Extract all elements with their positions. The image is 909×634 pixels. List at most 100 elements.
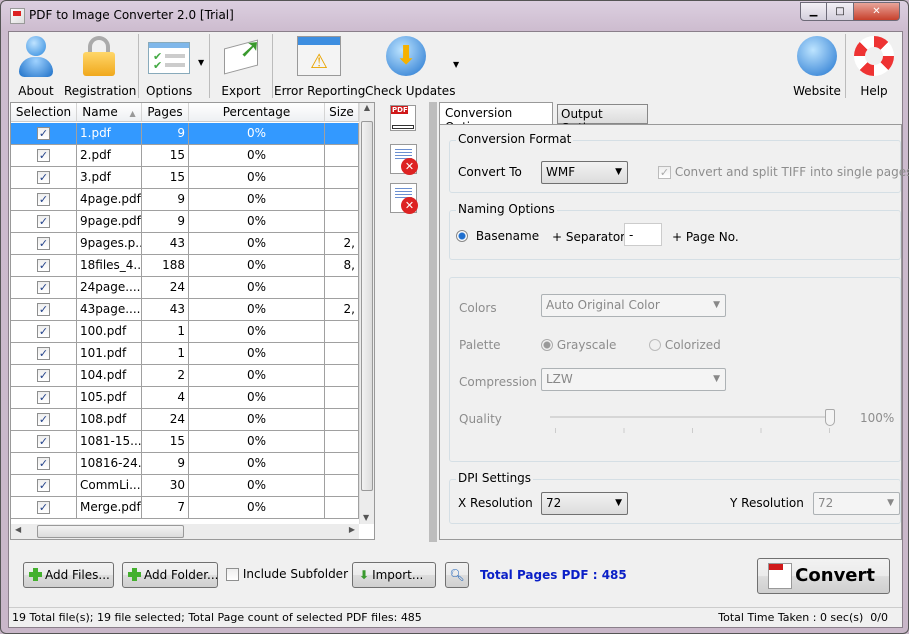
help-button[interactable]: Help (849, 34, 899, 100)
table-row[interactable]: ✓ 105.pdf 4 0% (11, 387, 359, 409)
add-pdf-button[interactable]: PDF (389, 104, 419, 134)
convert-button[interactable]: Convert (757, 558, 890, 594)
row-checkbox[interactable]: ✓ (11, 299, 77, 321)
checkbox-checked-icon: ✓ (37, 215, 50, 228)
website-button[interactable]: Website (791, 34, 843, 100)
about-button[interactable]: About (11, 34, 61, 100)
chevron-down-icon: ▼ (615, 498, 622, 508)
add-folder-button[interactable]: Add Folder... (122, 562, 218, 588)
table-row[interactable]: ✓ 104.pdf 2 0% (11, 365, 359, 387)
error-reporting-button[interactable]: ⚠ Error Reporting (274, 34, 365, 100)
table-row[interactable]: ✓ 3.pdf 15 0% (11, 167, 359, 189)
scroll-down-icon[interactable]: ▼ (363, 513, 369, 522)
column-header-selection[interactable]: Selection (11, 103, 77, 122)
row-checkbox[interactable]: ✓ (11, 431, 77, 453)
scroll-up-icon[interactable]: ▲ (360, 103, 374, 112)
table-row[interactable]: ✓ 18files_4... 188 0% 8, (11, 255, 359, 277)
splitter[interactable] (429, 102, 437, 542)
image-options-group: Colors Auto Original Color ▼ Palette Gray… (449, 277, 901, 462)
chevron-down-icon: ▼ (615, 167, 622, 177)
column-header-size[interactable]: Size (325, 103, 359, 122)
options-button[interactable]: ✔ ✔ ▼ Options (142, 34, 208, 100)
split-tiff-checkbox[interactable]: ✓ Convert and split TIFF into single pag… (658, 165, 909, 179)
import-button[interactable]: ⬇ Import... (352, 562, 436, 588)
row-checkbox[interactable]: ✓ (11, 321, 77, 343)
row-checkbox[interactable]: ✓ (11, 343, 77, 365)
vertical-scroll-thumb[interactable] (361, 121, 373, 491)
table-row[interactable]: ✓ 1081-15.... 15 0% (11, 431, 359, 453)
table-row[interactable]: ✓ 9page.pdf 9 0% (11, 211, 359, 233)
table-row[interactable]: ✓ 24page.... 24 0% (11, 277, 359, 299)
vertical-scrollbar[interactable]: ▲ ▼ (359, 103, 374, 524)
registration-button[interactable]: Registration (64, 34, 136, 100)
row-checkbox[interactable]: ✓ (11, 255, 77, 277)
check-updates-dropdown-icon[interactable]: ▼ (453, 60, 459, 69)
table-row[interactable]: ✓ 100.pdf 1 0% (11, 321, 359, 343)
column-header-pages[interactable]: Pages (142, 103, 189, 122)
y-resolution-select[interactable]: 72 ▼ (813, 492, 900, 515)
export-button[interactable]: ➚ Export (213, 34, 269, 100)
row-checkbox[interactable]: ✓ (11, 211, 77, 233)
row-checkbox[interactable]: ✓ (11, 167, 77, 189)
row-checkbox[interactable]: ✓ (11, 145, 77, 167)
toolbar-separator (209, 34, 210, 98)
table-row[interactable]: ✓ CommLi... 30 0% (11, 475, 359, 497)
cell-name: 105.pdf (77, 387, 142, 409)
check-updates-button[interactable]: ⬇ Check Updates (365, 34, 455, 100)
column-header-name[interactable]: Name ▲ (77, 103, 142, 122)
include-subfolder-checkbox[interactable]: Include Subfolder (226, 567, 348, 581)
row-checkbox[interactable]: ✓ (11, 277, 77, 299)
convert-to-select[interactable]: WMF ▼ (541, 161, 628, 184)
horizontal-scrollbar[interactable]: ◀ ▶ (11, 524, 359, 539)
row-checkbox[interactable]: ✓ (11, 123, 77, 145)
quality-slider[interactable] (550, 409, 835, 434)
row-checkbox[interactable]: ✓ (11, 497, 77, 519)
separator-input[interactable] (624, 223, 662, 246)
table-row[interactable]: ✓ 9pages.p... 43 0% 2, (11, 233, 359, 255)
row-checkbox[interactable]: ✓ (11, 475, 77, 497)
table-row[interactable]: ✓ 108.pdf 24 0% (11, 409, 359, 431)
basename-radio[interactable]: Basename (456, 229, 539, 243)
table-row[interactable]: ✓ 2.pdf 15 0% (11, 145, 359, 167)
cell-pct: 0% (189, 145, 325, 167)
cell-pages: 9 (142, 453, 189, 475)
row-checkbox[interactable]: ✓ (11, 189, 77, 211)
options-dropdown-icon[interactable]: ▼ (198, 58, 204, 67)
remove-file-button[interactable]: ✕ (390, 144, 418, 175)
row-checkbox[interactable]: ✓ (11, 453, 77, 475)
minimize-button[interactable]: ▁ (800, 2, 827, 21)
compression-select[interactable]: LZW ▼ (541, 368, 726, 391)
horizontal-scroll-thumb[interactable] (37, 525, 184, 538)
column-header-percentage[interactable]: Percentage Completed (189, 103, 325, 137)
table-row[interactable]: ✓ 1.pdf 9 0% (11, 123, 359, 145)
close-button[interactable]: ✕ (853, 2, 900, 21)
colors-select[interactable]: Auto Original Color ▼ (541, 294, 726, 317)
tab-output-options[interactable]: Output Options (557, 104, 648, 135)
scroll-left-icon[interactable]: ◀ (15, 525, 21, 534)
add-files-button[interactable]: Add Files... (23, 562, 114, 588)
table-row[interactable]: ✓ 101.pdf 1 0% (11, 343, 359, 365)
remove-all-button[interactable]: ✕ (390, 183, 418, 214)
row-checkbox[interactable]: ✓ (11, 409, 77, 431)
quality-value: 100% (860, 411, 895, 425)
search-button[interactable]: 🔍︎ (445, 562, 469, 588)
scroll-right-icon[interactable]: ▶ (349, 525, 355, 534)
cell-size: 2, (325, 299, 359, 321)
grayscale-radio[interactable]: Grayscale (541, 338, 616, 352)
table-row[interactable]: ✓ Merge.pdf 7 0% (11, 497, 359, 519)
colorized-radio[interactable]: Colorized (649, 338, 721, 352)
table-row[interactable]: ✓ 43page.... 43 0% 2, (11, 299, 359, 321)
x-resolution-select[interactable]: 72 ▼ (541, 492, 628, 515)
row-checkbox[interactable]: ✓ (11, 387, 77, 409)
table-row[interactable]: ✓ 10816-24...90% (11, 453, 359, 475)
tab-conversion-options[interactable]: Conversion Options (439, 102, 553, 134)
cell-name: 9page.pdf (77, 211, 142, 233)
add-files-label: Add Files... (45, 568, 110, 582)
maximize-button[interactable]: □ (826, 2, 854, 21)
row-checkbox[interactable]: ✓ (11, 233, 77, 255)
table-row[interactable]: ✓ 4page.pdf 9 0% (11, 189, 359, 211)
row-checkbox[interactable]: ✓ (11, 365, 77, 387)
checkbox-checked-icon: ✓ (37, 391, 50, 404)
import-label: Import... (372, 568, 424, 582)
quality-slider-thumb[interactable] (825, 409, 835, 426)
